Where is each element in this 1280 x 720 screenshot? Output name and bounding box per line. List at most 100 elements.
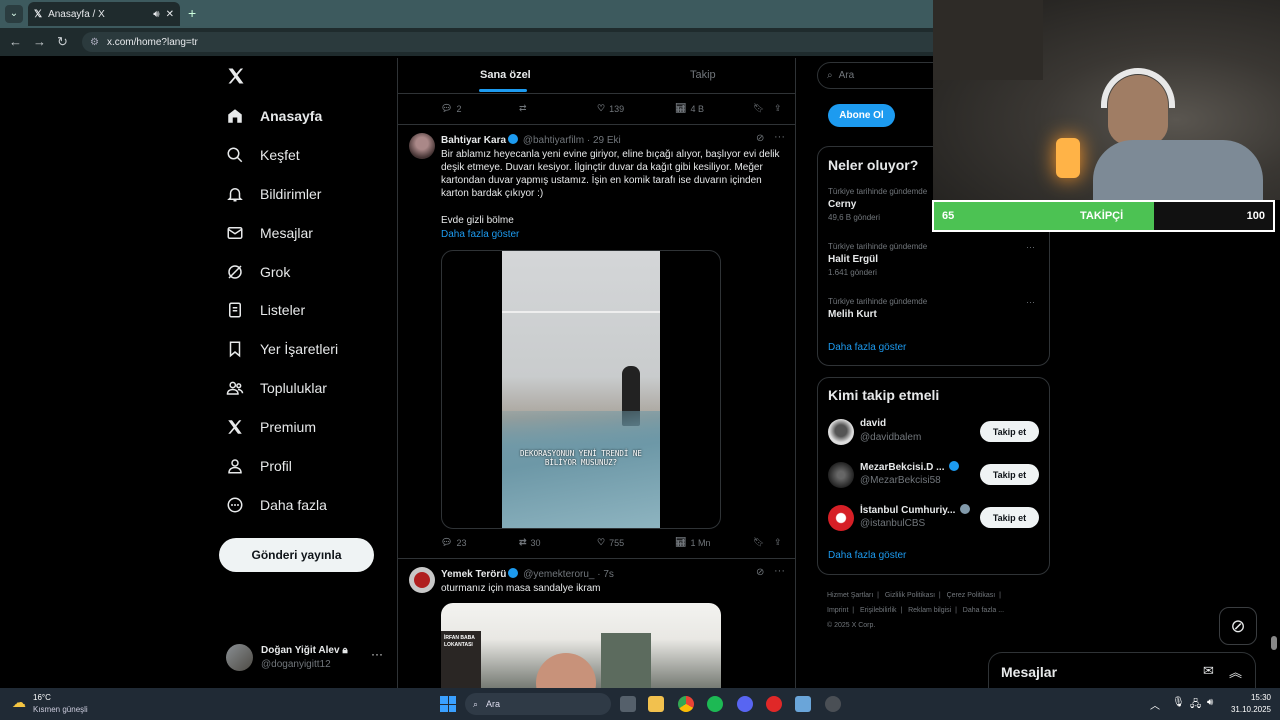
- follow-button[interactable]: Takip et: [980, 507, 1039, 528]
- weather-widget[interactable]: ☁: [10, 692, 32, 714]
- tray-chevron-icon[interactable]: ︿: [1150, 697, 1160, 712]
- grok-icon[interactable]: ⊘: [756, 133, 764, 144]
- spotify-icon[interactable]: [707, 696, 723, 712]
- site-info-icon[interactable]: ⚙: [90, 37, 99, 48]
- more-dots-icon[interactable]: ···: [774, 131, 785, 143]
- nav-item-home[interactable]: Anasayfa: [226, 107, 322, 125]
- nav-item-more[interactable]: Daha fazla: [226, 496, 327, 514]
- tab-list-dropdown[interactable]: ⌄: [5, 5, 23, 23]
- back-icon[interactable]: ←: [9, 34, 22, 49]
- trends-show-more[interactable]: Daha fazla göster: [828, 342, 906, 353]
- new-message-icon[interactable]: ✉: [1203, 663, 1214, 679]
- tab-following[interactable]: Takip: [690, 69, 716, 81]
- speaker-icon[interactable]: 🔊︎: [153, 9, 159, 20]
- footer-link[interactable]: Çerez Politikası: [947, 592, 996, 599]
- views-button[interactable]: 📊︎ 4 B: [675, 103, 704, 114]
- follow-suggestion[interactable]: MezarBekcisi.D ... @MezarBekcisi58 Takip…: [818, 459, 1049, 493]
- views-button[interactable]: 📊︎ 1 Mn: [675, 537, 710, 548]
- author-name[interactable]: Bahtiyar Kara: [441, 135, 506, 146]
- app-icon[interactable]: [825, 696, 841, 712]
- author-name[interactable]: Yemek Terörü: [441, 569, 506, 580]
- nav-item-communities[interactable]: Topluluklar: [226, 379, 327, 397]
- more-dots-icon[interactable]: ···: [1026, 297, 1035, 307]
- show-more-link[interactable]: Daha fazla göster: [441, 228, 519, 241]
- post-button[interactable]: Gönderi yayınla: [219, 538, 374, 572]
- account-switcher[interactable]: Doğan Yiğit Alev 🔒︎ @doganyigitt12 ···: [226, 644, 386, 674]
- collapse-chevron-icon[interactable]: ︽: [1229, 662, 1242, 681]
- volume-icon[interactable]: 🔊︎: [1207, 697, 1213, 708]
- footer-link[interactable]: Erişilebilirlik: [860, 607, 897, 614]
- nav-item-bookmarks[interactable]: Yer İşaretleri: [226, 340, 338, 358]
- file-explorer-icon[interactable]: [648, 696, 664, 712]
- discord-icon[interactable]: [737, 696, 753, 712]
- messages-drawer[interactable]: Mesajlar ✉ ︽: [988, 652, 1256, 688]
- nav-item-explore[interactable]: Keşfet: [226, 146, 300, 164]
- reply-button[interactable]: 💬︎ 2: [441, 103, 461, 114]
- nav-label: Profil: [260, 458, 292, 474]
- video-player[interactable]: DEKORASYONUN YENİ TRENDİ NE BİLİYOR MUSU…: [441, 250, 721, 529]
- forward-icon[interactable]: →: [33, 34, 46, 49]
- follow-suggestion[interactable]: İstanbul Cumhuriy... @istanbulCBS Takip …: [818, 502, 1049, 536]
- nav-item-notifications[interactable]: Bildirimler: [226, 185, 321, 203]
- tweet-time[interactable]: · 7s: [597, 569, 614, 580]
- footer-link[interactable]: Gizlilik Politikası: [885, 592, 935, 599]
- app-icon[interactable]: [766, 696, 782, 712]
- chrome-icon[interactable]: [678, 696, 694, 712]
- who-show-more[interactable]: Daha fazla göster: [828, 550, 906, 561]
- author-handle[interactable]: @bahtiyarfilm: [523, 135, 584, 146]
- tab-close-icon[interactable]: ✕: [166, 9, 174, 20]
- bookmark-icon[interactable]: 🔖︎: [753, 537, 764, 548]
- nav-item-lists[interactable]: Listeler: [226, 301, 305, 319]
- like-button[interactable]: ♡ 755: [597, 537, 624, 548]
- share-icon[interactable]: ⇪: [774, 103, 782, 114]
- author-handle[interactable]: @yemekteroru_: [523, 569, 594, 580]
- scrollbar-thumb[interactable]: [1271, 636, 1277, 650]
- more-dots-icon[interactable]: ···: [371, 647, 383, 661]
- more-dots-icon[interactable]: ···: [1026, 242, 1035, 252]
- url-field[interactable]: ⚙ x.com/home?lang=tr: [82, 32, 942, 52]
- taskbar-search[interactable]: ⌕ Ara: [465, 693, 611, 715]
- avatar[interactable]: [409, 133, 435, 159]
- tweet-time[interactable]: · 29 Eki: [587, 135, 621, 146]
- clock-date[interactable]: 31.10.2025: [1220, 705, 1271, 714]
- footer-link[interactable]: Reklam bilgisi: [908, 607, 951, 614]
- like-button[interactable]: ♡ 139: [597, 103, 624, 114]
- retweet-icon[interactable]: ⇄: [519, 103, 527, 114]
- nav-item-messages[interactable]: Mesajlar: [226, 224, 313, 242]
- reply-button[interactable]: 💬︎ 23: [441, 537, 466, 548]
- subscribe-button[interactable]: Abone Ol: [828, 104, 895, 127]
- footer-link[interactable]: Daha fazla ...: [963, 607, 1004, 614]
- x-logo-icon[interactable]: [226, 66, 246, 91]
- avatar[interactable]: [409, 567, 435, 593]
- tweet[interactable]: Bahtiyar Kara @bahtiyarfilm · 29 Eki ⊘ ·…: [398, 125, 795, 558]
- clock-time[interactable]: 15:30: [1227, 693, 1271, 702]
- footer-link[interactable]: Imprint: [827, 607, 848, 614]
- grok-icon[interactable]: ⊘: [756, 567, 764, 578]
- network-icon[interactable]: 🖧: [1190, 697, 1201, 714]
- task-view-icon[interactable]: [620, 696, 636, 712]
- app-icon[interactable]: [795, 696, 811, 712]
- share-icon[interactable]: ⇪: [774, 537, 782, 548]
- microphone-icon[interactable]: 🎙︎: [1172, 697, 1185, 708]
- trend-item[interactable]: Türkiye tarihinde gündemde Melih Kurt ··…: [828, 297, 1038, 320]
- windows-start-icon[interactable]: [440, 696, 456, 712]
- follow-button[interactable]: Takip et: [980, 421, 1039, 442]
- taskbar-search-label: Ara: [486, 699, 501, 709]
- more-dots-icon[interactable]: ···: [774, 565, 785, 577]
- tweet-image[interactable]: İRFAN BABA LOKANTASI: [441, 603, 721, 688]
- nav-item-profile[interactable]: Profil: [226, 457, 292, 475]
- tab-for-you[interactable]: Sana özel: [480, 69, 531, 81]
- tweet[interactable]: Yemek Terörü @yemekteroru_ · 7s ⊘ ··· ot…: [398, 559, 795, 688]
- bookmark-icon[interactable]: 🔖︎: [753, 103, 764, 114]
- retweet-button[interactable]: ⇄ 30: [519, 537, 541, 548]
- follow-button[interactable]: Takip et: [980, 464, 1039, 485]
- reload-icon[interactable]: ↻: [57, 34, 68, 50]
- trend-item[interactable]: Türkiye tarihinde gündemde Halit Ergül 1…: [828, 242, 1038, 277]
- follow-suggestion[interactable]: david @davidbalem Takip et: [818, 416, 1049, 450]
- footer-link[interactable]: Hizmet Şartları: [827, 592, 873, 599]
- new-tab-button[interactable]: +: [188, 5, 196, 21]
- nav-item-premium[interactable]: Premium: [226, 418, 316, 436]
- nav-item-grok[interactable]: Grok: [226, 263, 290, 281]
- grok-float-icon[interactable]: ⊘: [1219, 607, 1257, 645]
- browser-tab[interactable]: 𝕏 Anasayfa / X 🔊︎ ✕: [28, 2, 180, 26]
